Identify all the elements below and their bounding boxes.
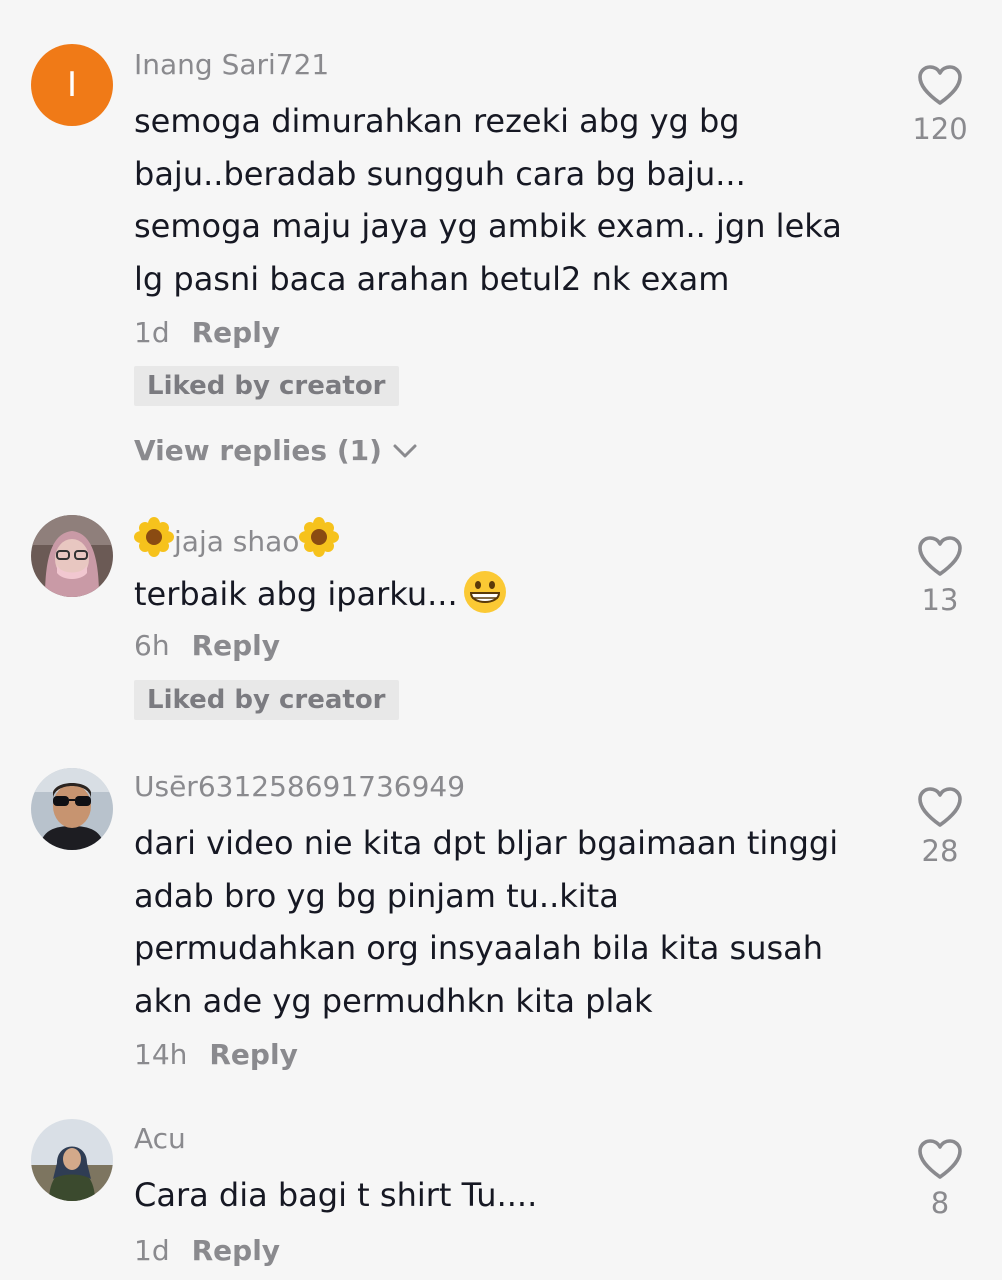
reply-button[interactable]: Reply xyxy=(192,316,280,349)
like-count: 120 xyxy=(912,112,968,146)
avatar-photo xyxy=(31,515,113,597)
comment-username[interactable]: jaja shao xyxy=(134,517,340,558)
comment-list: I Inang Sari721 semoga dimurahkan rezeki… xyxy=(0,0,1002,1280)
heart-outline-icon xyxy=(918,787,962,827)
view-replies-button[interactable]: View replies (1) xyxy=(134,434,418,467)
chevron-down-icon xyxy=(393,444,417,457)
like-button[interactable]: 120 xyxy=(900,64,980,146)
comment-text: terbaik abg iparku... xyxy=(134,568,894,621)
comment-text-line: baju..beradab sungguh cara bg baju... xyxy=(134,154,746,193)
comment-username[interactable]: Inang Sari721 xyxy=(134,48,329,81)
liked-by-creator-badge: Liked by creator xyxy=(134,680,399,720)
avatar-letter: I xyxy=(66,65,78,105)
comment-text: semoga dimurahkan rezeki abg yg bg baju.… xyxy=(134,95,894,305)
reply-button[interactable]: Reply xyxy=(209,1038,297,1071)
like-button[interactable]: 13 xyxy=(900,535,980,617)
grinning-face-icon xyxy=(463,571,506,613)
heart-outline-icon xyxy=(918,65,962,105)
comment-text-line: akn ade yg permudhkn kita plak xyxy=(134,981,653,1020)
like-button[interactable]: 8 xyxy=(900,1138,980,1220)
avatar[interactable]: I xyxy=(31,44,113,126)
like-button[interactable]: 28 xyxy=(900,786,980,868)
avatar[interactable] xyxy=(31,768,113,850)
comment-time: 1d xyxy=(134,1234,170,1267)
comment-text-line: semoga maju jaya yg ambik exam.. jgn lek… xyxy=(134,207,842,245)
like-count: 28 xyxy=(921,834,959,868)
comment-time: 14h xyxy=(134,1038,188,1071)
comment-meta: 6h Reply xyxy=(134,629,280,662)
comment-time: 1d xyxy=(134,316,170,349)
comment-text-line: permudahkan org insyaalah bila kita susa… xyxy=(134,929,824,967)
comment-username[interactable]: Usēr631258691736949 xyxy=(134,770,465,803)
liked-by-creator-badge: Liked by creator xyxy=(134,366,399,406)
comment-meta: 1d Reply xyxy=(134,1234,280,1267)
comment-text-line: semoga dimurahkan rezeki abg yg bg xyxy=(134,102,740,140)
comment-text-line: adab bro yg bg pinjam tu..kita xyxy=(134,876,619,915)
avatar-photo xyxy=(31,768,113,850)
avatar-photo xyxy=(31,1119,113,1201)
comment-username[interactable]: Acu xyxy=(134,1122,186,1155)
heart-outline-icon xyxy=(918,1139,962,1179)
reply-button[interactable]: Reply xyxy=(192,629,280,662)
comment-text-line: dari video nie kita dpt bljar bgaimaan t… xyxy=(134,824,839,862)
username-label: jaja shao xyxy=(174,525,300,558)
reply-button[interactable]: Reply xyxy=(192,1234,280,1267)
comment-text-line: terbaik abg iparku... xyxy=(134,575,458,613)
avatar[interactable] xyxy=(31,1119,113,1201)
sunflower-icon xyxy=(134,517,174,557)
comment-text-line: Cara dia bagi t shirt Tu.... xyxy=(134,1176,538,1214)
comment-text-line: lg pasni baca arahan betul2 nk exam xyxy=(134,259,730,298)
comment-meta: 14h Reply xyxy=(134,1038,298,1071)
like-count: 13 xyxy=(921,583,959,617)
comment-text: dari video nie kita dpt bljar bgaimaan t… xyxy=(134,817,894,1027)
like-count: 8 xyxy=(930,1186,950,1220)
comment-meta: 1d Reply xyxy=(134,316,280,349)
sunflower-icon xyxy=(299,517,340,557)
comment-time: 6h xyxy=(134,629,170,662)
view-replies-label: View replies (1) xyxy=(134,434,382,467)
comment-text: Cara dia bagi t shirt Tu.... xyxy=(134,1169,894,1222)
heart-outline-icon xyxy=(918,536,962,576)
avatar[interactable] xyxy=(31,515,113,597)
